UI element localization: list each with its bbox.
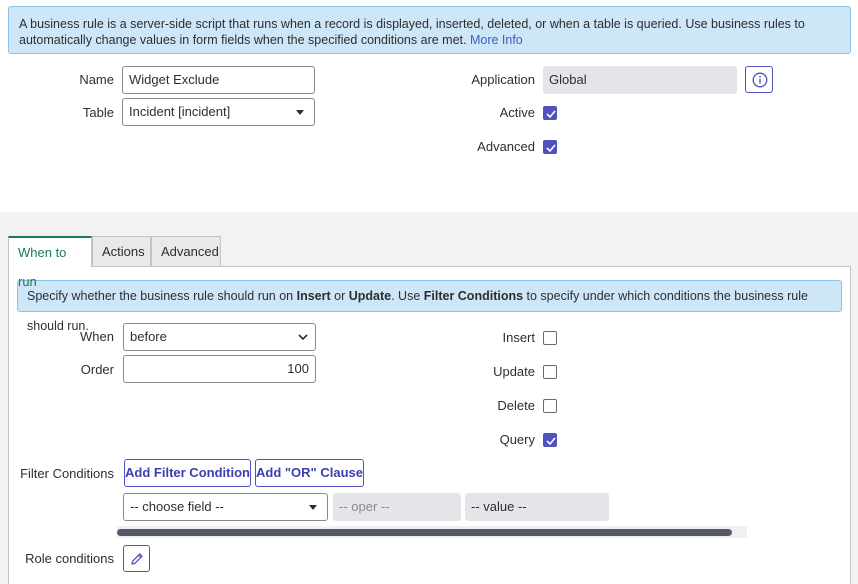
checkmark-icon xyxy=(546,110,556,119)
chevron-down-icon xyxy=(298,334,308,341)
update-label: Update xyxy=(493,364,535,379)
add-or-clause-button[interactable]: Add "OR" Clause xyxy=(255,459,364,487)
add-filter-condition-button[interactable]: Add Filter Condition xyxy=(124,459,251,487)
tab-when-to-run[interactable]: When to run xyxy=(8,236,92,289)
query-label: Query xyxy=(499,432,535,447)
order-label: Order xyxy=(80,362,114,377)
advanced-checkbox[interactable] xyxy=(543,140,557,154)
banner-filter-bold: Filter Conditions xyxy=(423,289,524,303)
application-label: Application xyxy=(471,72,535,87)
info-circle-icon xyxy=(752,72,768,88)
table-select[interactable]: Incident [incident] xyxy=(122,98,315,126)
insert-label: Insert xyxy=(502,330,535,345)
table-select-value: Incident [incident] xyxy=(129,104,231,119)
operator-select[interactable]: -- oper -- xyxy=(333,493,461,521)
filter-conditions-label: Filter Conditions xyxy=(20,466,114,481)
info-banner-text: A business rule is a server-side script … xyxy=(19,17,805,47)
delete-checkbox[interactable] xyxy=(543,399,557,413)
application-field: Global xyxy=(543,66,737,94)
advanced-label: Advanced xyxy=(477,139,535,154)
pencil-icon xyxy=(131,553,143,565)
choose-field-select[interactable]: -- choose field -- xyxy=(123,493,328,521)
when-select[interactable]: before xyxy=(123,323,316,351)
when-to-run-banner: Specify whether the business rule should… xyxy=(17,280,842,333)
banner-text: Specify whether the business rule should… xyxy=(27,289,297,303)
query-checkbox[interactable] xyxy=(543,433,557,447)
banner-insert-bold: Insert xyxy=(296,289,331,303)
caret-down-icon xyxy=(296,110,304,115)
when-label: When xyxy=(80,329,114,344)
edit-role-conditions-button[interactable] xyxy=(123,545,150,572)
checkmark-icon xyxy=(546,437,556,446)
update-checkbox[interactable] xyxy=(543,365,557,379)
more-info-link[interactable]: More Info xyxy=(470,33,523,47)
delete-label: Delete xyxy=(497,398,535,413)
caret-down-icon xyxy=(309,505,317,510)
active-checkbox[interactable] xyxy=(543,106,557,120)
checkmark-icon xyxy=(546,144,556,153)
banner-update-bold: Update xyxy=(348,289,392,303)
tab-actions[interactable]: Actions xyxy=(92,236,151,266)
choose-field-value: -- choose field -- xyxy=(130,499,224,514)
info-banner: A business rule is a server-side script … xyxy=(8,6,851,54)
banner-text: . Use xyxy=(391,289,424,303)
application-info-button[interactable] xyxy=(745,66,773,93)
when-select-value: before xyxy=(130,329,167,344)
role-conditions-label: Role conditions xyxy=(25,551,114,566)
banner-text: or xyxy=(330,289,349,303)
scrollbar-thumb[interactable] xyxy=(117,529,732,536)
insert-checkbox[interactable] xyxy=(543,331,557,345)
name-field[interactable]: Widget Exclude xyxy=(122,66,315,94)
table-label: Table xyxy=(82,105,114,120)
value-field[interactable]: -- value -- xyxy=(465,493,609,521)
name-label: Name xyxy=(79,72,114,87)
active-label: Active xyxy=(499,105,535,120)
tab-advanced[interactable]: Advanced xyxy=(151,236,221,266)
order-field[interactable]: 100 xyxy=(123,355,316,383)
